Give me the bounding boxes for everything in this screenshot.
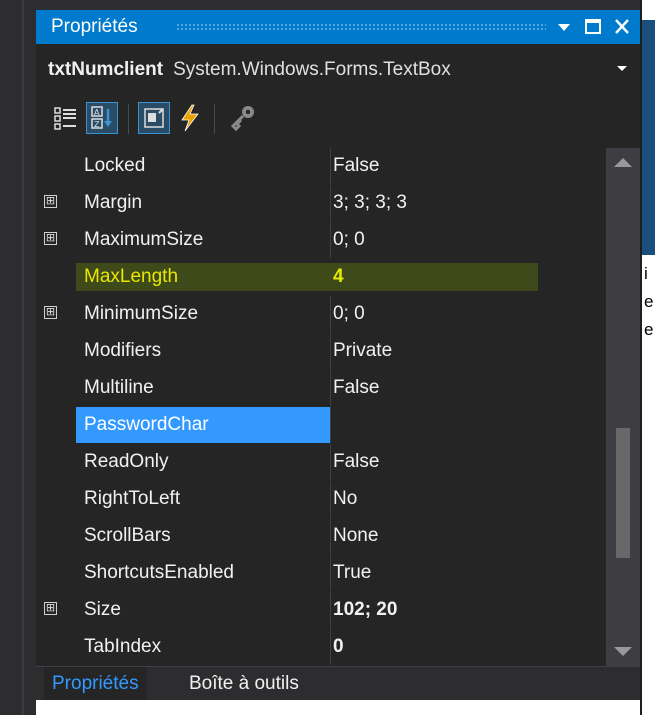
property-row-shortcutsenabled[interactable]: ShortcutsEnabled True (36, 555, 606, 591)
property-value[interactable]: 3; 3; 3; 3 (333, 185, 407, 221)
property-name: Modifiers (84, 340, 162, 361)
property-value[interactable]: None (333, 518, 378, 554)
property-name: Margin (84, 192, 143, 213)
property-grid: Locked False ⊞ Margin 3; 3; 3; 3 ⊞ Maxim… (36, 148, 606, 666)
scroll-down-icon[interactable] (614, 647, 632, 656)
alphabetical-icon[interactable]: A Z (86, 102, 118, 134)
property-row-scrollbars[interactable]: ScrollBars None (36, 518, 606, 554)
property-row-minimumsize[interactable]: ⊞ MinimumSize 0; 0 (36, 296, 606, 332)
property-value[interactable]: 102; 20 (333, 592, 397, 628)
tab-toolbox[interactable]: Boîte à outils (181, 667, 307, 701)
bottom-tab-strip: Propriétés Boîte à outils (36, 666, 640, 701)
property-row-locked[interactable]: Locked False (36, 148, 606, 184)
vertical-scrollbar[interactable] (606, 148, 640, 666)
property-row-modifiers[interactable]: Modifiers Private (36, 333, 606, 369)
object-type: System.Windows.Forms.TextBox (173, 59, 451, 80)
property-value[interactable]: False (333, 148, 379, 184)
expand-icon[interactable]: ⊞ (44, 195, 57, 208)
window-position-dropdown-icon[interactable] (550, 12, 578, 42)
property-row-size[interactable]: ⊞ Size 102; 20 (36, 592, 606, 628)
property-value[interactable]: 4 (333, 259, 344, 295)
properties-toolbar: A Z (36, 96, 640, 142)
property-value[interactable]: No (333, 481, 357, 517)
property-name: MaximumSize (84, 229, 204, 250)
property-name: Multiline (84, 377, 154, 398)
properties-icon[interactable] (138, 102, 170, 134)
property-row-maximumsize[interactable]: ⊞ MaximumSize 0; 0 (36, 222, 606, 258)
property-name: RightToLeft (84, 488, 181, 509)
properties-panel: Propriétés txtNumclient System.Windows.F… (36, 10, 640, 701)
property-row-readonly[interactable]: ReadOnly False (36, 444, 606, 480)
property-pages-icon[interactable] (226, 102, 258, 134)
screen-background (36, 700, 640, 715)
property-name: ScrollBars (84, 525, 171, 546)
top-window-frame (36, 0, 655, 10)
property-row-passwordchar[interactable]: PasswordChar (36, 407, 606, 443)
property-name: ShortcutsEnabled (84, 562, 234, 583)
property-value[interactable]: 0 (333, 629, 344, 665)
scroll-thumb[interactable] (616, 428, 630, 558)
property-value[interactable]: True (333, 555, 371, 591)
property-name: MinimumSize (84, 303, 199, 324)
left-window-frame (0, 0, 36, 715)
property-value[interactable]: Private (333, 333, 392, 369)
property-value[interactable]: False (333, 444, 379, 480)
property-row-margin[interactable]: ⊞ Margin 3; 3; 3; 3 (36, 185, 606, 221)
expand-icon[interactable]: ⊞ (44, 232, 57, 245)
property-name: MaxLength (84, 266, 179, 287)
drag-grip[interactable] (176, 23, 546, 31)
object-name: txtNumclient (48, 59, 164, 80)
property-row-multiline[interactable]: Multiline False (36, 370, 606, 406)
close-icon[interactable] (608, 12, 636, 42)
property-value[interactable]: 0; 0 (333, 296, 365, 332)
background-editor-edge: i e e (640, 0, 655, 715)
property-name: ReadOnly (84, 451, 169, 472)
property-row-maxlength[interactable]: MaxLength 4 (36, 259, 606, 295)
expand-icon[interactable]: ⊞ (44, 306, 57, 319)
expand-icon[interactable]: ⊞ (44, 602, 57, 615)
panel-title: Propriétés (51, 16, 138, 37)
property-name: Locked (84, 155, 146, 176)
svg-text:A: A (94, 108, 100, 117)
panel-title-bar[interactable]: Propriétés (36, 10, 640, 44)
property-name: TabIndex (84, 636, 162, 657)
svg-text:Z: Z (94, 120, 100, 129)
object-selector[interactable]: txtNumclient System.Windows.Forms.TextBo… (36, 50, 640, 90)
chevron-down-icon[interactable] (616, 62, 628, 77)
property-row-tabindex[interactable]: TabIndex 0 (36, 629, 606, 665)
property-name: Size (84, 599, 121, 620)
property-value[interactable]: False (333, 370, 379, 406)
maximize-icon[interactable] (579, 12, 607, 42)
tab-properties[interactable]: Propriétés (44, 667, 147, 701)
property-name: PasswordChar (84, 414, 209, 435)
events-icon[interactable] (174, 102, 206, 134)
property-row-righttoleft[interactable]: RightToLeft No (36, 481, 606, 517)
background-editor-text: i e e (644, 264, 654, 339)
categorized-icon[interactable] (50, 102, 82, 134)
property-value[interactable]: 0; 0 (333, 222, 365, 258)
scroll-up-icon[interactable] (614, 158, 632, 167)
